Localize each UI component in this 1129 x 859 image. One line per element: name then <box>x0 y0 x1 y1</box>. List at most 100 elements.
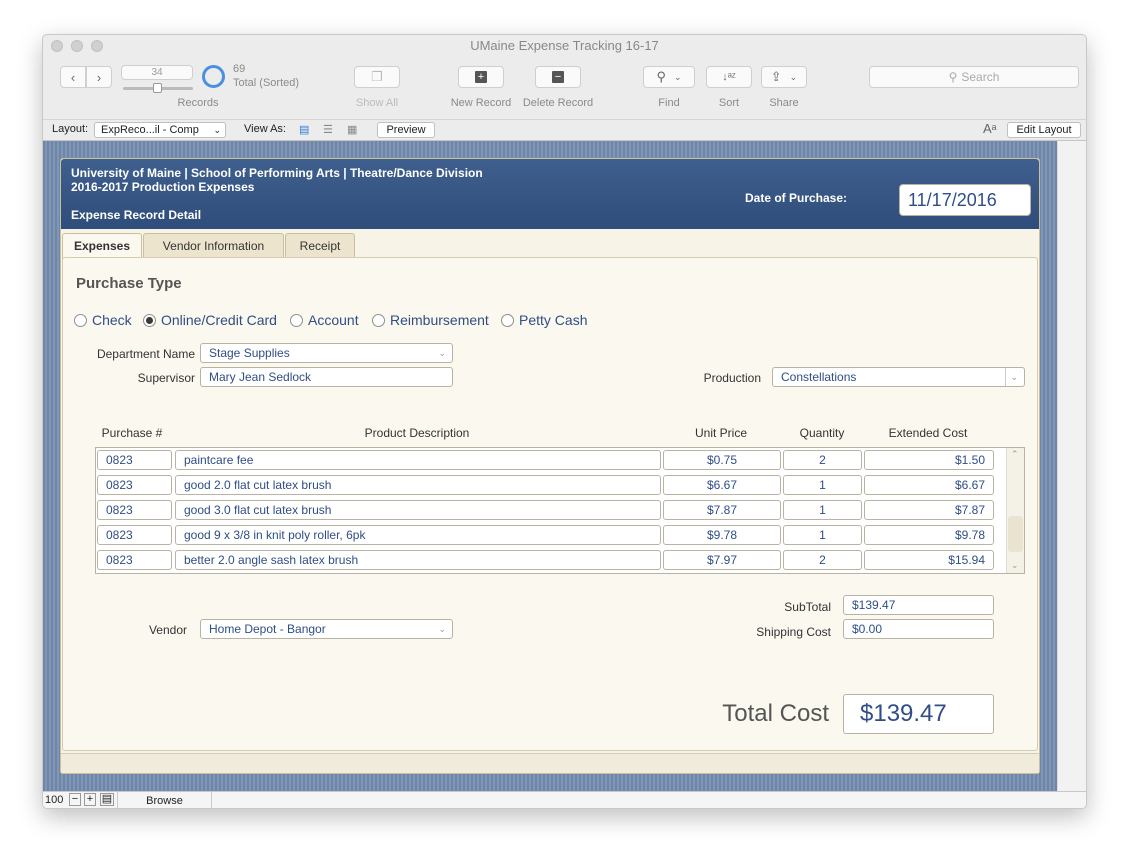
radio-account[interactable]: Account <box>290 312 359 328</box>
purchase-number-cell[interactable]: 0823 <box>97 500 172 520</box>
portal-scrollbar[interactable]: ⌃ ⌄ <box>1006 448 1024 573</box>
zoom-in-icon[interactable]: + <box>84 793 96 806</box>
shipping-cost-field[interactable]: $0.00 <box>843 619 994 639</box>
quantity-cell[interactable]: 1 <box>783 500 862 520</box>
extended-cost-cell[interactable]: $7.87 <box>864 500 994 520</box>
chevron-right-icon: › <box>96 69 102 85</box>
table-row: 0823 good 9 x 3/8 in knit poly roller, 6… <box>96 523 1006 548</box>
table-row: 0823 paintcare fee $0.75 2 $1.50 <box>96 448 1006 473</box>
delete-record-button[interactable]: − <box>535 66 581 88</box>
status-bar: 100 − + ▤ Browse <box>43 791 1086 808</box>
production-dropdown[interactable]: Constellations ⌄ <box>772 367 1025 387</box>
radio-reimbursement[interactable]: Reimbursement <box>372 312 489 328</box>
extended-cost-cell[interactable]: $1.50 <box>864 450 994 470</box>
close-window-button[interactable] <box>51 40 63 52</box>
edit-layout-button[interactable]: Edit Layout <box>1007 122 1081 138</box>
quantity-cell[interactable]: 2 <box>783 550 862 570</box>
purchase-number-cell[interactable]: 0823 <box>97 525 172 545</box>
radio-petty-cash[interactable]: Petty Cash <box>501 312 587 328</box>
search-icon: ⚲ <box>656 69 666 84</box>
radio-check[interactable]: Check <box>74 312 132 328</box>
description-cell[interactable]: good 2.0 flat cut latex brush <box>175 475 661 495</box>
col-product-description: Product Description <box>364 426 470 440</box>
tab-vendor-information[interactable]: Vendor Information <box>143 233 284 258</box>
description-cell[interactable]: good 3.0 flat cut latex brush <box>175 500 661 520</box>
table-view-icon[interactable]: ▦ <box>347 123 357 136</box>
quantity-cell[interactable]: 1 <box>783 475 862 495</box>
search-field[interactable]: ⚲ Search <box>869 66 1079 88</box>
text-size-icon[interactable]: Aᵃ <box>983 121 997 136</box>
description-cell[interactable]: paintcare fee <box>175 450 661 470</box>
description-cell[interactable]: better 2.0 angle sash latex brush <box>175 550 661 570</box>
total-cost-field[interactable]: $139.47 <box>843 694 994 734</box>
tab-expenses[interactable]: Expenses <box>62 233 142 259</box>
department-value: Stage Supplies <box>209 346 290 360</box>
radio-online-credit-card[interactable]: Online/Credit Card <box>143 312 277 328</box>
quantity-cell[interactable]: 2 <box>783 450 862 470</box>
find-button[interactable]: ⚲ ⌄ <box>643 66 695 88</box>
layout-selector[interactable]: ExpReco...il - Comp ⌄ <box>94 122 226 138</box>
plus-icon: + <box>475 71 487 83</box>
zoom-window-button[interactable] <box>91 40 103 52</box>
preview-button[interactable]: Preview <box>377 122 435 138</box>
new-record-label: New Record <box>450 97 512 109</box>
date-of-purchase-field[interactable]: 11/17/2016 <box>899 184 1031 216</box>
previous-record-button[interactable]: ‹ <box>60 66 86 88</box>
extended-cost-cell[interactable]: $6.67 <box>864 475 994 495</box>
purchase-number-cell[interactable]: 0823 <box>97 450 172 470</box>
mode-indicator[interactable]: Browse <box>117 792 212 808</box>
window-vertical-scrollbar[interactable] <box>1057 141 1086 791</box>
minus-icon: − <box>552 71 564 83</box>
chevron-down-icon: ⌄ <box>438 624 446 634</box>
toolbar-toggle-icon[interactable]: ▤ <box>100 793 114 806</box>
quantity-cell[interactable]: 1 <box>783 525 862 545</box>
chevron-down-icon: ⌄ <box>213 125 221 135</box>
next-record-button[interactable]: › <box>86 66 112 88</box>
sort-button[interactable]: ↓ᵃᶻ <box>706 66 752 88</box>
purchase-number-cell[interactable]: 0823 <box>97 475 172 495</box>
chevron-down-icon: ⌄ <box>438 348 446 358</box>
new-record-button[interactable]: + <box>458 66 504 88</box>
title-bar: UMaine Expense Tracking 16-17 <box>43 35 1086 57</box>
vendor-value: Home Depot - Bangor <box>209 622 326 636</box>
unit-price-cell[interactable]: $7.97 <box>663 550 781 570</box>
table-row: 0823 good 2.0 flat cut latex brush $6.67… <box>96 473 1006 498</box>
unit-price-cell[interactable]: $0.75 <box>663 450 781 470</box>
total-cost-label: Total Cost <box>722 700 829 727</box>
zoom-out-icon[interactable]: − <box>69 793 81 806</box>
sort-icon: ↓ᵃᶻ <box>722 71 736 83</box>
unit-price-cell[interactable]: $9.78 <box>663 525 781 545</box>
search-placeholder: Search <box>961 70 1000 84</box>
minimize-window-button[interactable] <box>71 40 83 52</box>
share-button[interactable]: ⇪ ⌄ <box>761 66 807 88</box>
found-set-pie-icon[interactable] <box>202 65 225 88</box>
zoom-level[interactable]: 100 <box>45 794 63 806</box>
chevron-up-icon[interactable]: ⌃ <box>1011 449 1019 460</box>
description-cell[interactable]: good 9 x 3/8 in knit poly roller, 6pk <box>175 525 661 545</box>
delete-record-label: Delete Record <box>522 97 594 109</box>
layout-bar: Layout: ExpReco...il - Comp ⌄ View As: ▤ … <box>43 119 1086 141</box>
col-unit-price: Unit Price <box>694 426 747 440</box>
unit-price-cell[interactable]: $7.87 <box>663 500 781 520</box>
record-number-field[interactable]: 34 <box>121 65 193 80</box>
unit-price-cell[interactable]: $6.67 <box>663 475 781 495</box>
extended-cost-cell[interactable]: $15.94 <box>864 550 994 570</box>
department-dropdown[interactable]: Stage Supplies ⌄ <box>200 343 453 363</box>
department-label: Department Name <box>96 347 195 361</box>
show-all-button[interactable]: ❐ <box>354 66 400 88</box>
record-slider-handle[interactable] <box>153 83 162 93</box>
radio-label: Petty Cash <box>519 312 588 328</box>
portal-scroll-thumb[interactable] <box>1008 516 1023 552</box>
list-view-icon[interactable]: ☰ <box>323 123 333 136</box>
radio-circle <box>290 313 303 327</box>
supervisor-label: Supervisor <box>137 371 195 385</box>
vendor-dropdown[interactable]: Home Depot - Bangor ⌄ <box>200 619 453 639</box>
chevron-down-icon[interactable]: ⌄ <box>1011 560 1019 571</box>
purchase-number-cell[interactable]: 0823 <box>97 550 172 570</box>
supervisor-field[interactable]: Mary Jean Sedlock <box>200 367 453 387</box>
extended-cost-cell[interactable]: $9.78 <box>864 525 994 545</box>
record-slider[interactable] <box>123 83 193 93</box>
tab-receipt[interactable]: Receipt <box>285 233 355 258</box>
form-view-icon[interactable]: ▤ <box>299 123 309 136</box>
subtotal-field[interactable]: $139.47 <box>843 595 994 615</box>
